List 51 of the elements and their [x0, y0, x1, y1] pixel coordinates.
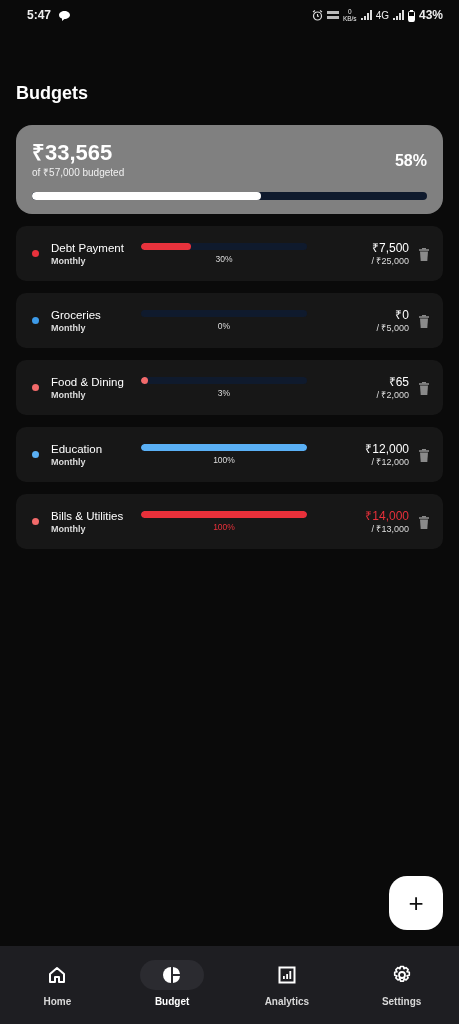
category-name: Debt Payment	[51, 240, 125, 255]
pie-chart-icon	[162, 965, 183, 985]
signal-icon	[360, 10, 372, 20]
budget-limit: / ₹5,000	[375, 321, 409, 334]
percent-label: 0%	[216, 321, 232, 331]
budget-limit: / ₹13,000	[370, 522, 409, 535]
budget-limit: / ₹2,000	[375, 388, 409, 401]
spent-amount: ₹0	[394, 307, 409, 322]
nav-tab[interactable]: Analytics	[229, 946, 345, 1024]
alarm-icon	[311, 9, 323, 21]
delete-icon[interactable]	[419, 515, 429, 529]
spent-amount: ₹14,000	[364, 508, 409, 523]
budget-period: Monthly	[51, 455, 87, 468]
delete-icon[interactable]	[419, 381, 429, 395]
category-name: Food & Dining	[51, 374, 125, 389]
home-icon	[47, 965, 68, 985]
budget-period: Monthly	[51, 388, 87, 401]
network-type: 4G	[375, 8, 389, 23]
settings-icon	[391, 965, 412, 985]
bar-chart-icon	[276, 965, 297, 985]
budget-caption: of ₹57,000 budgeted	[32, 166, 125, 180]
spent-amount: ₹7,500	[370, 240, 409, 255]
percent-label: 3%	[216, 388, 232, 398]
delete-icon[interactable]	[419, 448, 429, 462]
category-name: Education	[51, 441, 104, 456]
budget-period: Monthly	[51, 522, 87, 535]
category-name: Bills & Utilities	[51, 508, 125, 523]
spent-amount: ₹12,000	[364, 441, 409, 456]
percent-label: 100%	[212, 522, 236, 532]
budget-limit: / ₹12,000	[370, 455, 409, 468]
budget-period: Monthly	[51, 254, 87, 267]
nav-tab[interactable]: Settings	[344, 946, 459, 1024]
battery-percent: 43%	[418, 7, 443, 24]
delete-icon[interactable]	[419, 314, 429, 328]
nav-tab[interactable]: Home	[0, 946, 115, 1024]
signal-icon	[392, 10, 404, 20]
total-percent: 58%	[394, 150, 427, 171]
budget-limit: / ₹25,000	[370, 254, 409, 267]
category-name: Groceries	[51, 307, 102, 322]
percent-label: 30%	[214, 254, 234, 264]
delete-icon[interactable]	[419, 247, 429, 261]
battery-icon	[407, 9, 415, 22]
status-time: 5:47	[27, 7, 52, 24]
budget-period: Monthly	[51, 321, 87, 334]
nav-tab[interactable]: Budget	[114, 946, 230, 1024]
percent-label: 100%	[212, 455, 236, 465]
total-spent: ₹33,565	[32, 141, 114, 165]
add-button[interactable]: +	[389, 876, 443, 930]
page-title: Budgets	[16, 82, 89, 105]
spent-amount: ₹65	[387, 374, 409, 389]
chat-icon	[59, 10, 71, 21]
